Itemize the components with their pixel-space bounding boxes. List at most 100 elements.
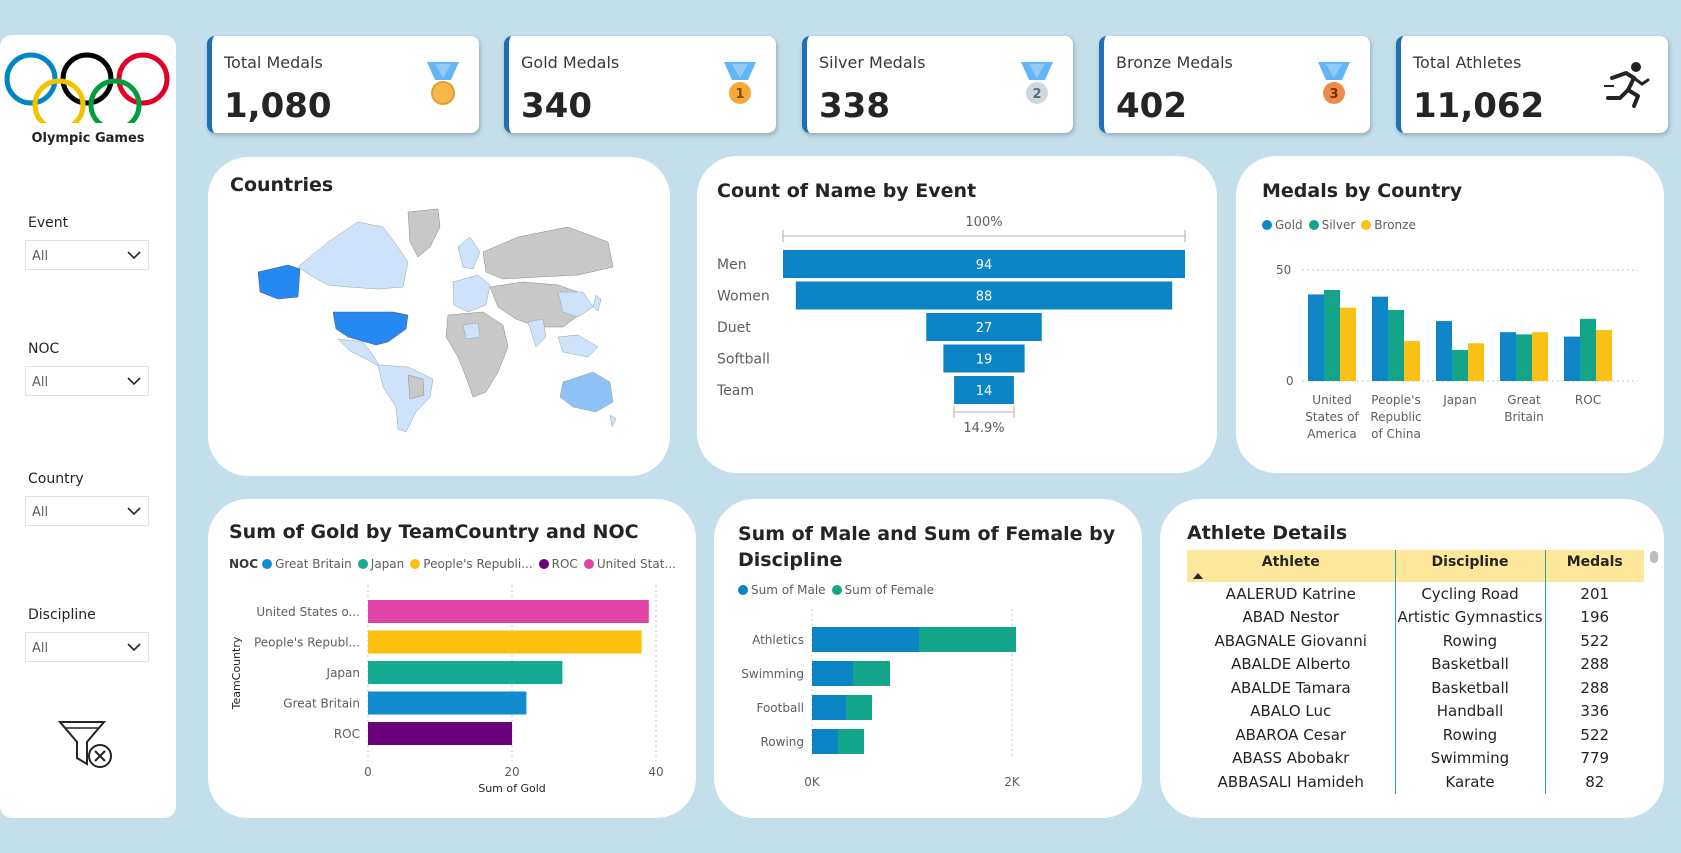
discipline-cell: Rowing xyxy=(1395,629,1546,653)
y-category-label: Japan xyxy=(326,666,360,680)
kpi-value: 11,062 xyxy=(1413,86,1545,126)
athlete-cell: ABAGNALE Giovanni xyxy=(1187,629,1396,653)
bar-male[interactable] xyxy=(812,729,838,754)
event-slicer-dropdown[interactable]: All xyxy=(25,240,149,270)
col-medals[interactable]: Medals xyxy=(1545,550,1644,582)
bar-silver[interactable] xyxy=(1516,334,1532,381)
discipline-cell: Basketball xyxy=(1395,676,1546,700)
y-axis-title: TeamCountry xyxy=(230,636,243,710)
bar-silver[interactable] xyxy=(1452,349,1468,381)
bar-female[interactable] xyxy=(846,695,872,720)
x-tick-label: 40 xyxy=(648,765,663,779)
bar-bronze[interactable] xyxy=(1340,307,1356,381)
funnel-bar-value: 27 xyxy=(976,321,993,336)
gold-bar[interactable] xyxy=(368,661,563,684)
chevron-down-icon xyxy=(127,251,141,260)
kpi-label: Silver Medals xyxy=(819,53,926,72)
bar-female[interactable] xyxy=(838,729,864,754)
bar-gold[interactable] xyxy=(1436,321,1452,381)
discipline-slicer-value: All xyxy=(32,641,49,656)
kpi-label: Total Athletes xyxy=(1413,53,1522,72)
table-row[interactable]: AALERUD Katrine Cycling Road 201 xyxy=(1187,582,1644,606)
athlete-table-scrollbar[interactable] xyxy=(1650,551,1658,563)
olympic-rings-logo xyxy=(4,52,170,123)
table-row[interactable]: ABAGNALE Giovanni Rowing 522 xyxy=(1187,629,1644,653)
col-athlete[interactable]: Athlete xyxy=(1187,550,1396,582)
bar-male[interactable] xyxy=(812,627,919,652)
medal-gold-icon xyxy=(427,62,459,105)
country-slicer-dropdown[interactable]: All xyxy=(25,496,149,526)
gold-bar[interactable] xyxy=(368,691,527,715)
chevron-down-icon xyxy=(127,377,141,386)
bar-silver[interactable] xyxy=(1580,318,1596,381)
x-category-label: United xyxy=(1312,393,1351,407)
medals-cell: 288 xyxy=(1580,678,1610,697)
bar-gold[interactable] xyxy=(1564,336,1580,381)
bar-bronze[interactable] xyxy=(1468,343,1484,381)
bar-female[interactable] xyxy=(919,627,1016,652)
table-row[interactable]: ABASS Abobakr Swimming 779 xyxy=(1187,746,1644,770)
col-discipline[interactable]: Discipline xyxy=(1395,550,1546,582)
athlete-cell: AALERUD Katrine xyxy=(1187,582,1396,606)
athlete-table-header: Athlete Discipline Medals xyxy=(1187,550,1644,582)
medals-cell: 522 xyxy=(1580,631,1610,650)
kpi-value: 402 xyxy=(1116,86,1187,126)
x-category-label: States of xyxy=(1305,410,1359,424)
bar-gold[interactable] xyxy=(1500,332,1516,381)
athlete-details-card: Athlete Details Athlete Discipline Medal… xyxy=(1160,499,1664,818)
medal-1-icon: 1 xyxy=(724,62,756,104)
funnel-category-label: Men xyxy=(717,257,747,273)
bar-male[interactable] xyxy=(812,661,853,686)
bar-gold[interactable] xyxy=(1308,294,1324,381)
table-row[interactable]: ABALDE Alberto Basketball 288 xyxy=(1187,652,1644,676)
country-slicer-value: All xyxy=(32,505,49,520)
kpi-bronze-medals: Bronze Medals 402 3 xyxy=(1099,36,1370,133)
table-row[interactable]: ABALDE Tamara Basketball 288 xyxy=(1187,676,1644,700)
table-row[interactable]: ABAD Nestor Artistic Gymnastics 196 xyxy=(1187,605,1644,629)
gold-bar[interactable] xyxy=(368,630,642,654)
noc-slicer-dropdown[interactable]: All xyxy=(25,366,149,396)
event-funnel-chart[interactable]: 100% 94 Men 88 Women 27 Duet 19 Softball 14 Team 14… xyxy=(697,156,1217,473)
bar-gold[interactable] xyxy=(1372,296,1388,381)
countries-map-card: Countries xyxy=(208,157,670,476)
gold-bar[interactable] xyxy=(368,722,512,745)
world-map[interactable] xyxy=(258,207,618,442)
kpi-gold-medals: Gold Medals 340 1 xyxy=(504,36,776,133)
discipline-cell: Artistic Gymnastics xyxy=(1395,605,1546,629)
bar-bronze[interactable] xyxy=(1596,329,1612,381)
gold-bar[interactable] xyxy=(368,600,649,623)
discipline-slicer-label: Discipline xyxy=(28,607,96,623)
x-tick-label: 0 xyxy=(364,765,372,779)
chevron-down-icon xyxy=(127,507,141,516)
x-category-label: Britain xyxy=(1504,410,1544,424)
logo-caption: Olympic Games xyxy=(31,131,145,146)
table-row[interactable]: ABALO Luc Handball 336 xyxy=(1187,699,1644,723)
bar-male[interactable] xyxy=(812,695,846,720)
bar-bronze[interactable] xyxy=(1404,341,1420,381)
table-row[interactable]: ABBASALI Hamideh Karate 82 xyxy=(1187,770,1644,794)
funnel-bar-value: 19 xyxy=(976,353,993,368)
bar-silver[interactable] xyxy=(1388,309,1404,381)
medals-cell: 196 xyxy=(1580,608,1610,627)
medals-by-country-card: Medals by Country Gold Silver Bronze 50 0 Un… xyxy=(1236,156,1664,473)
clear-filter-icon[interactable] xyxy=(58,718,118,772)
y-category-label: Swimming xyxy=(741,667,804,681)
discipline-slicer-dropdown[interactable]: All xyxy=(25,632,149,662)
medals-cell: 288 xyxy=(1580,655,1610,674)
bar-silver[interactable] xyxy=(1324,289,1340,381)
funnel-bottom-pct: 14.9% xyxy=(963,421,1004,436)
discipline-cell: Karate xyxy=(1395,770,1546,794)
y-category-label: ROC xyxy=(334,727,360,741)
y-category-label: Football xyxy=(756,701,804,715)
medal-badge: 1 xyxy=(735,87,744,102)
gold-by-team-chart[interactable]: 0 20 40 United States o... People's Republ..… xyxy=(208,499,696,818)
discipline-cell: Rowing xyxy=(1395,723,1546,747)
medals-by-country-chart[interactable]: 50 0 United States of America People's Republi… xyxy=(1236,156,1664,473)
male-female-card: Sum of Male and Sum of Female by Discipli… xyxy=(714,499,1142,818)
male-female-chart[interactable]: 0K 2K Athletics Swimming Football Rowing xyxy=(714,499,1142,818)
bar-bronze[interactable] xyxy=(1532,332,1548,381)
funnel-bar-value: 94 xyxy=(976,258,993,273)
bar-female[interactable] xyxy=(853,661,890,686)
table-row[interactable]: ABAROA Cesar Rowing 522 xyxy=(1187,723,1644,747)
medal-badge: 3 xyxy=(1329,87,1338,102)
